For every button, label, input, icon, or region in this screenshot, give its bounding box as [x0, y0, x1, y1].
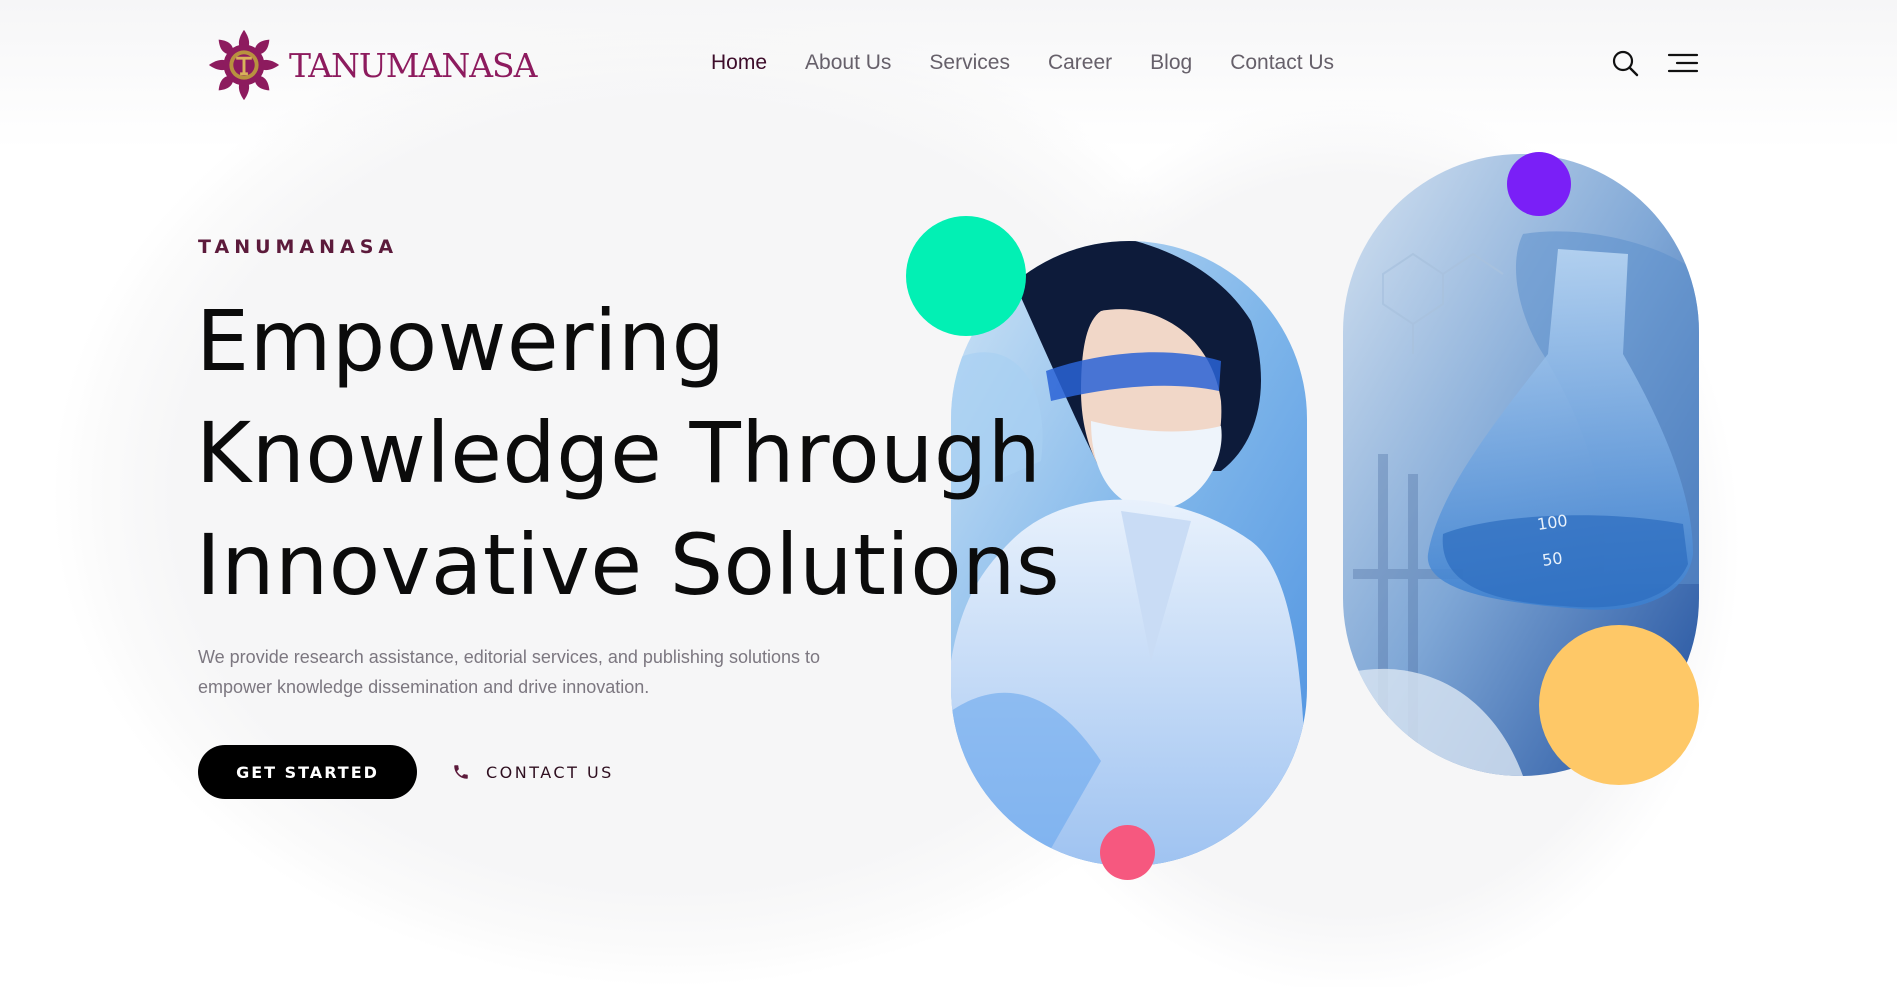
- nav-item-home[interactable]: Home: [711, 51, 767, 75]
- decorative-yellow-circle: [1539, 625, 1699, 785]
- decorative-purple-circle: [1507, 152, 1571, 216]
- hero-title: Empowering Knowledge Through Innovative …: [196, 285, 1196, 621]
- hero-eyebrow: TANUMANASA: [198, 236, 399, 258]
- get-started-button[interactable]: GET STARTED: [198, 745, 417, 799]
- contact-us-button[interactable]: CONTACT US: [452, 758, 614, 786]
- site-header: TANUMANASA Home About Us Services Career…: [0, 0, 1897, 130]
- search-icon: [1612, 50, 1639, 77]
- header-actions: [1608, 46, 1700, 80]
- contact-us-label: CONTACT US: [486, 762, 614, 782]
- landing-page: TANUMANASA Home About Us Services Career…: [0, 0, 1897, 987]
- nav-item-about-us[interactable]: About Us: [805, 51, 891, 75]
- phone-icon: [454, 765, 468, 779]
- brand-logo[interactable]: TANUMANASA: [205, 26, 537, 104]
- brand-name: TANUMANASA: [289, 45, 537, 85]
- search-button[interactable]: [1608, 46, 1642, 80]
- nav-item-blog[interactable]: Blog: [1150, 51, 1192, 75]
- menu-button[interactable]: [1666, 46, 1700, 80]
- hero-description: We provide research assistance, editoria…: [198, 647, 820, 697]
- lotus-t-logo-icon: [208, 29, 280, 101]
- nav-item-career[interactable]: Career: [1048, 51, 1112, 75]
- nav-item-services[interactable]: Services: [929, 51, 1010, 75]
- decorative-pink-circle: [1100, 825, 1155, 880]
- hero-title-line: Empowering: [196, 292, 726, 390]
- hero-title-line: Innovative Solutions: [196, 516, 1061, 614]
- menu-icon: [1667, 53, 1699, 73]
- main-nav: Home About Us Services Career Blog Conta…: [711, 51, 1372, 75]
- nav-item-contact-us[interactable]: Contact Us: [1230, 51, 1334, 75]
- svg-text:50: 50: [1541, 548, 1564, 570]
- hero-title-line: Knowledge Through: [196, 404, 1042, 502]
